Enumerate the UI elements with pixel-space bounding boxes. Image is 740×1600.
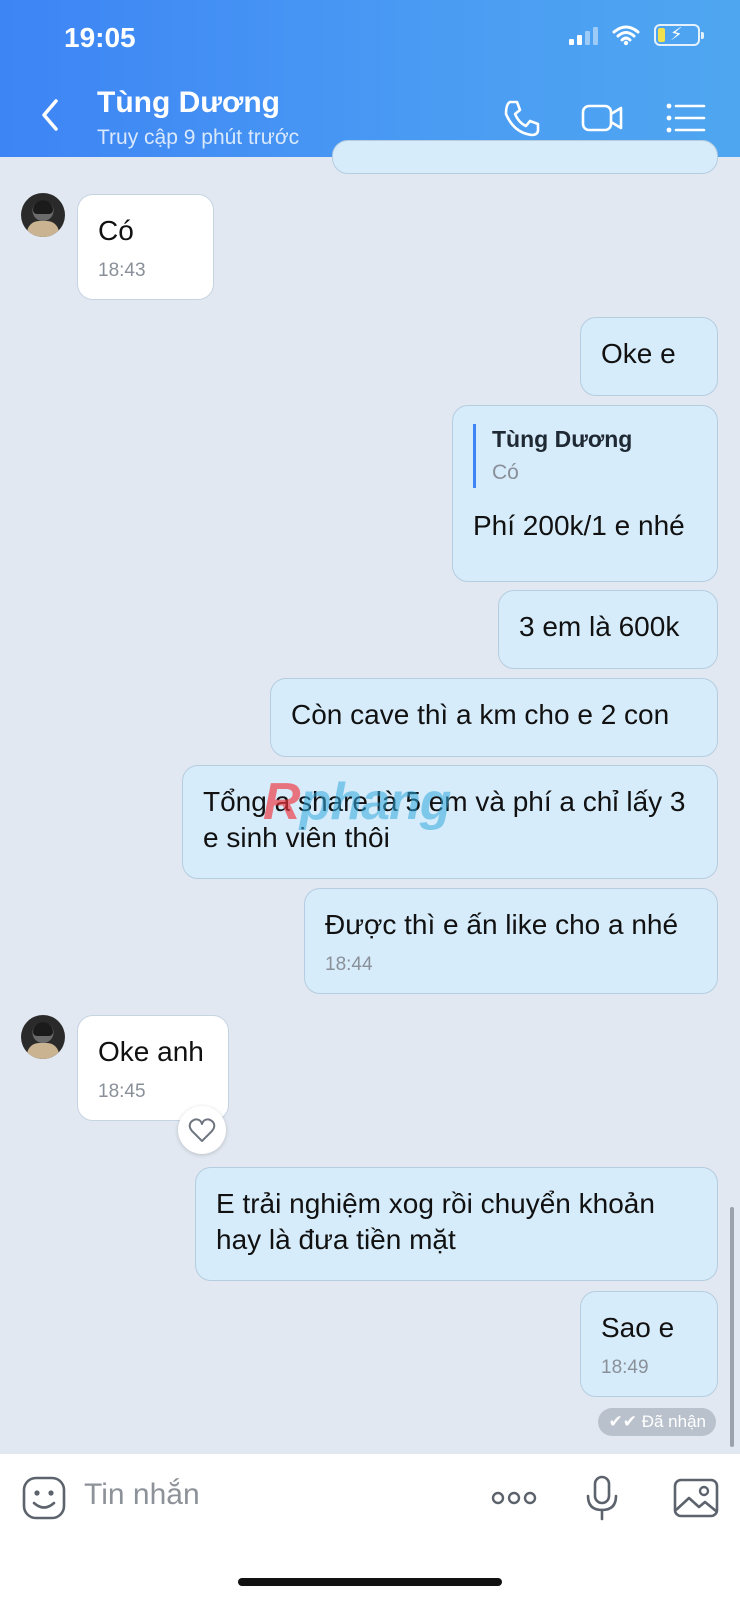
message-bubble-incoming[interactable]: Có 18:43 [77, 194, 214, 300]
message-text: E trải nghiệm xog rồi chuyển khoản hay l… [216, 1188, 655, 1255]
message-text: Còn cave thì a km cho e 2 con [291, 699, 670, 730]
status-time: 19:05 [64, 22, 136, 53]
wifi-icon [612, 25, 640, 46]
message-bubble-incoming[interactable]: Oke anh 18:45 [77, 1015, 229, 1121]
contact-name[interactable]: Tùng Dương [97, 86, 280, 120]
message-text: Tổng a share là 5 em và phí a chỉ lấy 3 … [203, 786, 686, 853]
microphone-icon[interactable] [578, 1474, 626, 1522]
emoji-icon[interactable] [20, 1474, 68, 1522]
message-bubble-partial [332, 140, 718, 174]
quoted-sender: Tùng Dương [492, 426, 633, 452]
message-time: 18:43 [98, 260, 146, 281]
message-text: 3 em là 600k [519, 611, 680, 642]
message-bubble-reply[interactable]: Tùng Dương Có Phí 200k/1 e nhé [452, 405, 718, 582]
message-time: 18:45 [98, 1081, 146, 1102]
message-bubble-outgoing[interactable]: 3 em là 600k [498, 590, 718, 669]
chat-header: 19:05 ⚡ Tùng Dương Truy cập 9 phút trước [0, 0, 740, 157]
message-text: Có [98, 215, 134, 246]
message-text: Được thì e ấn like cho a nhé [325, 909, 679, 940]
delivery-status-badge: ✔✔ Đã nhận [598, 1408, 716, 1436]
message-time: 18:49 [601, 1357, 649, 1378]
signal-icon [569, 25, 598, 45]
quoted-message[interactable]: Tùng Dương Có [473, 424, 697, 488]
like-reaction-button[interactable] [178, 1106, 226, 1154]
message-bubble-outgoing[interactable]: Được thì e ấn like cho a nhé 18:44 [304, 888, 718, 994]
image-icon[interactable] [672, 1474, 720, 1522]
status-icons: ⚡ [569, 24, 704, 46]
message-bubble-outgoing[interactable]: E trải nghiệm xog rồi chuyển khoản hay l… [195, 1167, 718, 1281]
double-check-icon: ✔✔ [608, 1412, 637, 1431]
message-bubble-outgoing[interactable]: Tổng a share là 5 em và phí a chỉ lấy 3 … [182, 765, 718, 879]
video-camera-icon[interactable] [580, 96, 624, 140]
delivery-status-text: Đã nhận [641, 1412, 706, 1431]
list-menu-icon[interactable] [664, 96, 708, 140]
message-input-bar: Tin nhắn [0, 1454, 740, 1600]
scrollbar[interactable] [730, 1207, 734, 1447]
back-icon[interactable] [36, 95, 66, 135]
contact-status: Truy cập 9 phút trước [97, 126, 300, 149]
battery-icon: ⚡ [654, 24, 704, 46]
home-indicator[interactable] [238, 1578, 502, 1586]
message-bubble-outgoing[interactable]: Còn cave thì a km cho e 2 con [270, 678, 718, 757]
message-text: Oke anh [98, 1036, 204, 1067]
avatar[interactable] [21, 193, 65, 237]
heart-icon [188, 1118, 216, 1142]
message-bubble-outgoing[interactable]: Sao e 18:49 [580, 1291, 718, 1397]
message-text: Phí 200k/1 e nhé [473, 510, 685, 541]
message-bubble-outgoing[interactable]: Oke e [580, 317, 718, 396]
message-text: Oke e [601, 338, 676, 369]
more-dots-icon[interactable] [490, 1474, 538, 1522]
message-text: Sao e [601, 1312, 675, 1343]
phone-icon[interactable] [500, 96, 544, 140]
message-time: 18:44 [325, 954, 373, 975]
avatar[interactable] [21, 1015, 65, 1059]
quoted-text: Có [492, 461, 519, 484]
message-input[interactable]: Tin nhắn [84, 1478, 200, 1512]
